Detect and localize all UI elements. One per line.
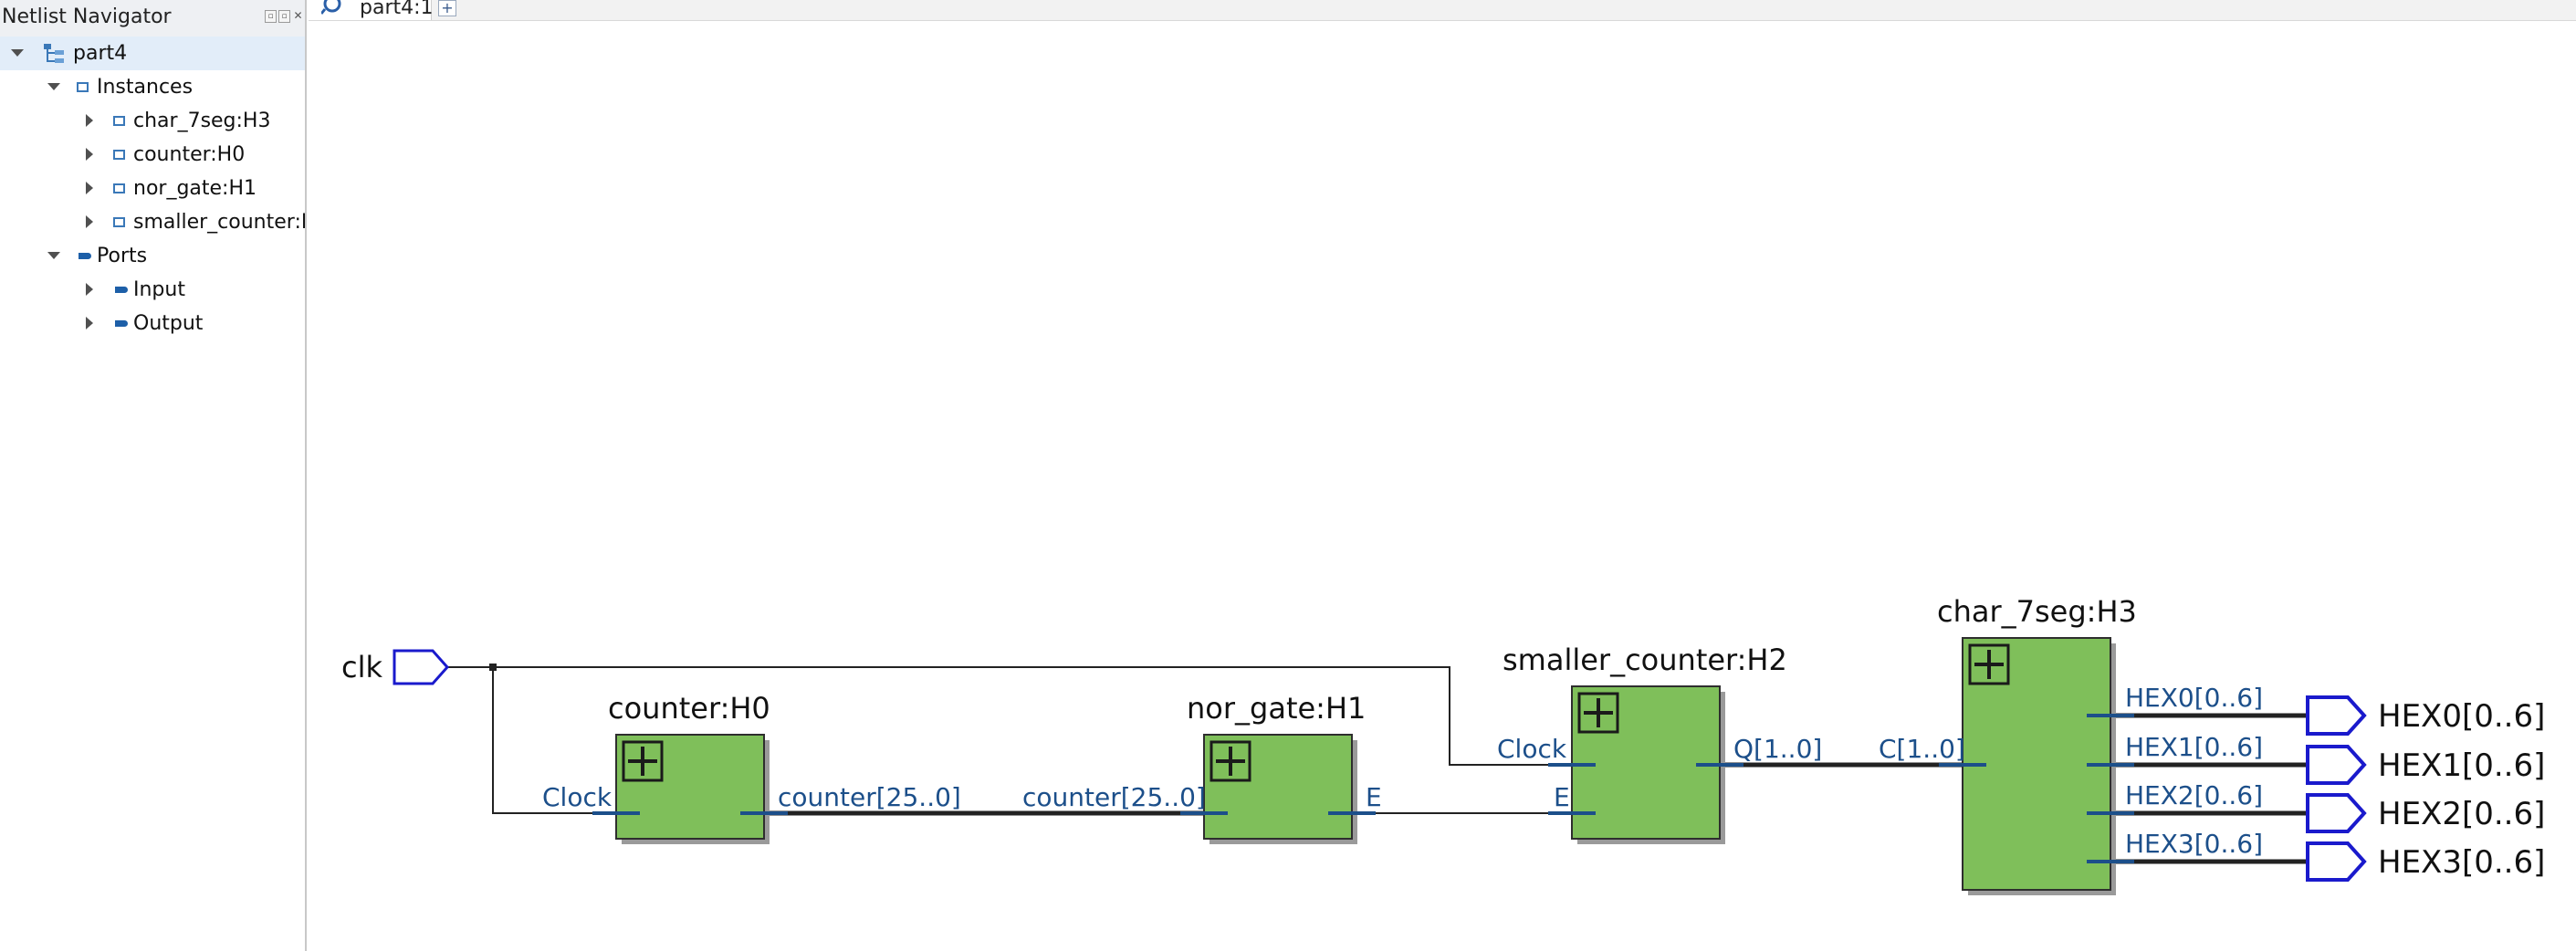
instance-icon [113,150,125,160]
port-icon [115,287,128,293]
instance-icon [113,116,125,126]
tree-item[interactable]: part4 [0,37,305,70]
port-icon [115,320,128,327]
tree-item-label: Ports [97,245,148,267]
blocks [393,637,2367,895]
input-port-icon [393,649,450,685]
instance-icon [113,217,125,227]
tab-label: part4:1 [360,0,434,19]
nor-gate-h1-title: nor_gate:H1 [1187,691,1366,726]
tree-item-label: char_7seg:H3 [133,110,271,132]
char-7seg-h3-out-pin: HEX2[0..6] [2125,780,2263,810]
tree-item[interactable]: Ports [0,239,305,273]
tree-item[interactable]: counter:H0 [0,138,305,172]
junction-dot [489,664,497,671]
tree-item-label: smaller_counter:H2 [133,211,305,234]
tree-item[interactable]: Instances [0,70,305,104]
counter-h0-clock-pin: Clock [542,782,613,812]
tree-item[interactable]: Input [0,273,305,307]
collapse-arrow-icon[interactable] [46,70,60,104]
float-icon[interactable]: ▫ [265,10,277,23]
expand-arrow-icon[interactable] [82,205,97,239]
expand-arrow-icon[interactable] [82,138,97,172]
navigator-header: Netlist Navigator ▫ ▫ ✕ [0,0,305,37]
output-port-icon [2306,745,2367,785]
counter-h0-out-pin: counter[25..0] [778,782,961,812]
char-7seg-h3-out-pin: HEX3[0..6] [2125,829,2263,859]
tree-item-label: part4 [73,42,128,65]
tree-item-label: Input [133,278,185,301]
nor-gate-h1-in-pin: counter[25..0] [1022,782,1206,812]
expand-arrow-icon[interactable] [82,273,97,307]
tree-item-label: counter:H0 [133,143,246,166]
schematic-svg: clk counter:H0 Clock counter[25..0] nor_gate… [341,594,2545,895]
tree-item[interactable]: Output [0,307,305,340]
tree-item-label: Instances [97,76,194,99]
instance-group-icon [77,82,89,92]
output-port-label: HEX1[0..6] [2378,747,2545,784]
navigator-title: Netlist Navigator [2,5,172,28]
char-7seg-h3-out-pin: HEX1[0..6] [2125,732,2263,762]
add-tab-button[interactable]: + [438,0,456,16]
tree-item[interactable]: nor_gate:H1 [0,172,305,205]
schematic-canvas[interactable]: clk counter:H0 Clock counter[25..0] nor_gate… [309,21,2576,951]
output-port-icon [2306,841,2367,882]
collapse-arrow-icon[interactable] [9,37,24,70]
smaller-counter-h2-title: smaller_counter:H2 [1503,643,1787,677]
close-icon[interactable]: ✕ [292,10,304,23]
smaller-counter-h2-clock-pin: Clock [1497,734,1567,764]
magnifier-icon [321,0,341,15]
schematic-tab-bar: part4:1 + [309,0,2576,21]
expand-arrow-icon[interactable] [82,172,97,205]
char-7seg-h3-title: char_7seg:H3 [1937,594,2137,629]
output-port-label: HEX2[0..6] [2378,796,2545,832]
char-7seg-h3-out-pin: HEX0[0..6] [2125,683,2263,713]
nor-gate-h1-out-pin: E [1366,782,1382,812]
tab-part4[interactable]: part4:1 [309,0,434,20]
output-port-icon [2306,695,2367,736]
collapse-arrow-icon[interactable] [46,239,60,273]
counter-h0-title: counter:H0 [608,691,770,726]
char-7seg-h3-in-pin: C[1..0] [1879,734,1965,764]
instance-icon [113,183,125,193]
hierarchy-icon [42,42,66,66]
port-group-icon [79,253,91,259]
netlist-tree: part4 Instances char_7seg:H3 counter:H0 nor_… [0,37,305,347]
tree-item-label: Output [133,312,204,335]
smaller-counter-h2-e-pin: E [1554,782,1570,812]
tree-item-label: nor_gate:H1 [133,177,257,200]
output-port-icon [2306,793,2367,833]
tree-item[interactable]: smaller_counter:H2 [0,205,305,239]
output-port-label: HEX3[0..6] [2378,844,2545,881]
input-port-label: clk [341,650,382,685]
output-port-label: HEX0[0..6] [2378,698,2545,735]
restore-icon[interactable]: ▫ [278,10,290,23]
smaller-counter-h2-q-pin: Q[1..0] [1733,734,1822,764]
netlist-navigator-panel: Netlist Navigator ▫ ▫ ✕ part4 Instances ch… [0,0,307,951]
expand-arrow-icon[interactable] [82,307,97,340]
expand-arrow-icon[interactable] [82,104,97,138]
tree-item[interactable]: char_7seg:H3 [0,104,305,138]
